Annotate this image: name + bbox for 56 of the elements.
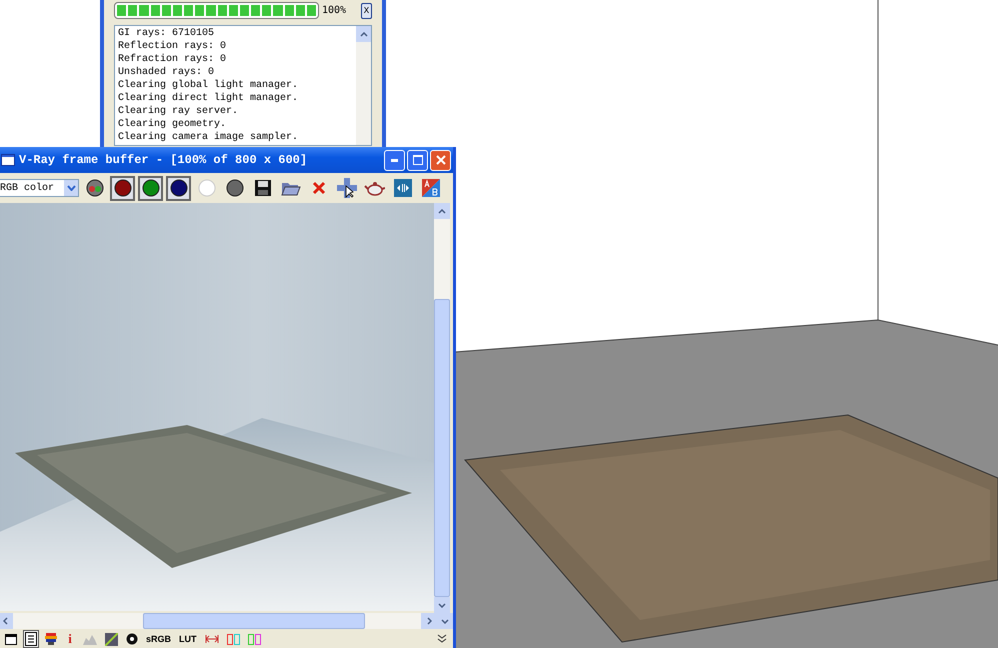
log-line: Clearing camera image sampler.	[118, 131, 300, 144]
region-cursor-button[interactable]	[334, 176, 359, 200]
horizontal-scrollbar[interactable]	[0, 613, 453, 629]
sphere-icon	[170, 179, 188, 197]
sphere-icon	[86, 179, 104, 197]
close-button[interactable]	[430, 150, 451, 170]
log-line: Refraction rays: 0	[118, 53, 228, 66]
save-icon	[254, 179, 272, 197]
log-line: Reflection rays: 0	[118, 40, 228, 53]
vertical-scrollbar[interactable]	[434, 203, 450, 613]
split-view-icon	[226, 634, 240, 644]
log-line: Clearing ray server.	[118, 105, 240, 118]
log-line: Clearing direct light manager.	[118, 92, 300, 105]
close-button[interactable]: X	[361, 2, 372, 18]
circle-icon	[198, 179, 216, 197]
chevron-icon	[66, 185, 76, 191]
log-line: GI rays: 6710105	[118, 27, 216, 40]
ab-icon	[422, 179, 440, 197]
info-button[interactable]: i	[63, 630, 77, 648]
window-icon	[1, 154, 15, 166]
curve-button[interactable]	[103, 630, 120, 648]
list-icon	[25, 632, 37, 646]
channel-sphere-button[interactable]	[166, 176, 191, 200]
maximize-icon	[412, 155, 422, 165]
window-icon	[5, 634, 17, 644]
color-stack-icon	[45, 633, 57, 645]
list-button[interactable]	[23, 630, 39, 648]
color-stack-button[interactable]	[43, 630, 59, 648]
log-line: Unshaded rays: 0	[118, 66, 216, 79]
log-line: Clearing geometry.	[118, 118, 228, 131]
srgb-button[interactable]: sRGB	[144, 630, 174, 648]
double-chevron-icon[interactable]	[437, 634, 447, 644]
histogram-icon	[83, 633, 97, 645]
minimize-icon	[391, 158, 398, 162]
arrows-icon	[204, 634, 219, 644]
clear-icon	[312, 181, 326, 195]
minimize-button[interactable]	[384, 150, 405, 170]
close-icon	[436, 155, 446, 165]
split-view-icon	[248, 634, 261, 644]
folder-icon	[280, 180, 300, 196]
channel-sphere-button[interactable]	[138, 176, 163, 200]
sphere-icon	[114, 179, 132, 197]
region-cursor-icon	[336, 178, 356, 198]
log-line: Clearing global light manager.	[118, 79, 300, 92]
progress-percent: 100%	[322, 5, 346, 16]
sphere-icon	[142, 179, 160, 197]
curve-icon	[105, 632, 118, 646]
sphere-icon	[226, 179, 244, 197]
compare-icon	[394, 179, 412, 197]
lut-button[interactable]: LUT	[177, 630, 199, 648]
scrollbar[interactable]	[356, 26, 371, 145]
channel-sphere-button[interactable]	[110, 176, 135, 200]
window-title: V-Ray frame buffer - [100% of 800 x 600]	[19, 153, 308, 167]
channel-dropdown[interactable]: RGB color	[0, 179, 79, 197]
teapot-icon	[364, 179, 385, 197]
maximize-button[interactable]	[407, 150, 428, 170]
